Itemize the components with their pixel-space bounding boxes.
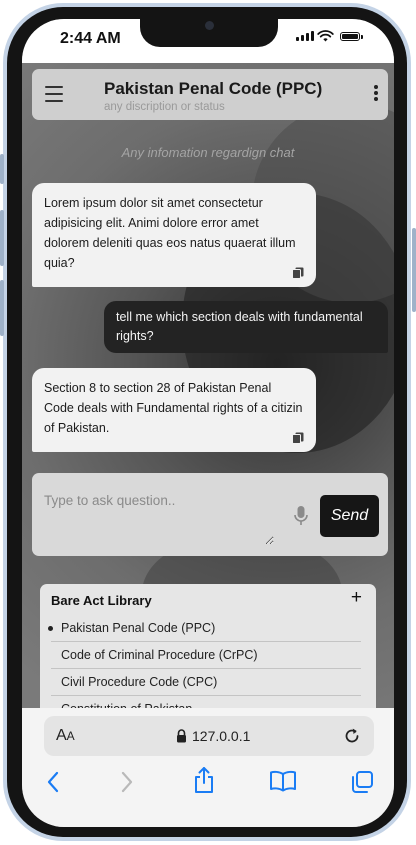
library-item-ppc[interactable]: Pakistan Penal Code (PPC)	[48, 615, 361, 642]
url-text: 127.0.0.1	[192, 728, 251, 744]
chat-info-text: Any infomation regardign chat	[121, 145, 295, 160]
composer: Send	[32, 473, 388, 556]
library-title: Bare Act Library	[51, 593, 152, 608]
text-size-button[interactable]: AA	[56, 727, 75, 745]
copy-icon[interactable]	[292, 432, 304, 444]
status-time: 2:44 AM	[60, 30, 121, 47]
browser-nav	[22, 767, 394, 800]
wifi-icon	[317, 30, 334, 42]
browser-toolbar: AA 127.0.0.1	[22, 708, 394, 827]
volume-up-button	[0, 210, 4, 266]
tabs-icon[interactable]	[350, 770, 374, 794]
signal-icon	[296, 31, 314, 41]
bot-message: Section 8 to section 28 of Pakistan Pena…	[32, 368, 316, 452]
chevron-right-icon[interactable]	[120, 770, 134, 794]
reload-icon[interactable]	[342, 726, 362, 746]
library-item-crpc[interactable]: Code of Criminal Procedure (CrPC)	[51, 642, 361, 669]
page-subtitle: any discription or status	[104, 101, 225, 113]
bot-message: Lorem ipsum dolor sit amet consectetur a…	[32, 183, 316, 287]
page-title: Pakistan Penal Code (PPC)	[104, 79, 323, 98]
chat-area[interactable]: Pakistan Penal Code (PPC) any discriptio…	[22, 63, 394, 708]
status-bar: 2:44 AM	[22, 19, 394, 63]
address-bar[interactable]: AA 127.0.0.1	[44, 716, 374, 756]
send-button[interactable]: Send	[320, 495, 379, 537]
battery-tip	[361, 35, 363, 39]
library-item-cpc[interactable]: Civil Procedure Code (CPC)	[51, 669, 361, 696]
library-item-constitution[interactable]: Constitution of Pakistan	[51, 696, 361, 708]
power-button	[412, 228, 416, 312]
notch	[140, 19, 278, 47]
more-vertical-icon[interactable]	[374, 85, 378, 103]
mute-switch	[0, 154, 4, 184]
volume-down-button	[0, 280, 4, 336]
chat-header: Pakistan Penal Code (PPC) any discriptio…	[32, 69, 388, 120]
message-text: Section 8 to section 28 of Pakistan Pena…	[44, 381, 303, 435]
message-text: tell me which section deals with fundame…	[116, 310, 363, 343]
library-list: Pakistan Penal Code (PPC) Code of Crimin…	[48, 615, 361, 708]
phone-screen: 2:44 AM Pakistan Penal Code (PPC) any di…	[22, 19, 394, 827]
camera-icon	[205, 21, 214, 30]
hamburger-icon[interactable]	[45, 86, 63, 102]
book-icon[interactable]	[269, 770, 297, 792]
copy-icon[interactable]	[292, 267, 304, 279]
lock-icon	[177, 729, 186, 743]
user-message: tell me which section deals with fundame…	[104, 301, 388, 353]
share-icon[interactable]	[192, 766, 216, 794]
question-input[interactable]	[44, 493, 274, 545]
chevron-left-icon[interactable]	[46, 770, 60, 794]
microphone-icon[interactable]	[294, 505, 308, 527]
bare-act-library: Bare Act Library + Pakistan Penal Code (…	[40, 584, 376, 708]
add-icon[interactable]: +	[351, 588, 362, 608]
battery-icon	[340, 32, 360, 41]
message-text: Lorem ipsum dolor sit amet consectetur a…	[44, 196, 296, 270]
